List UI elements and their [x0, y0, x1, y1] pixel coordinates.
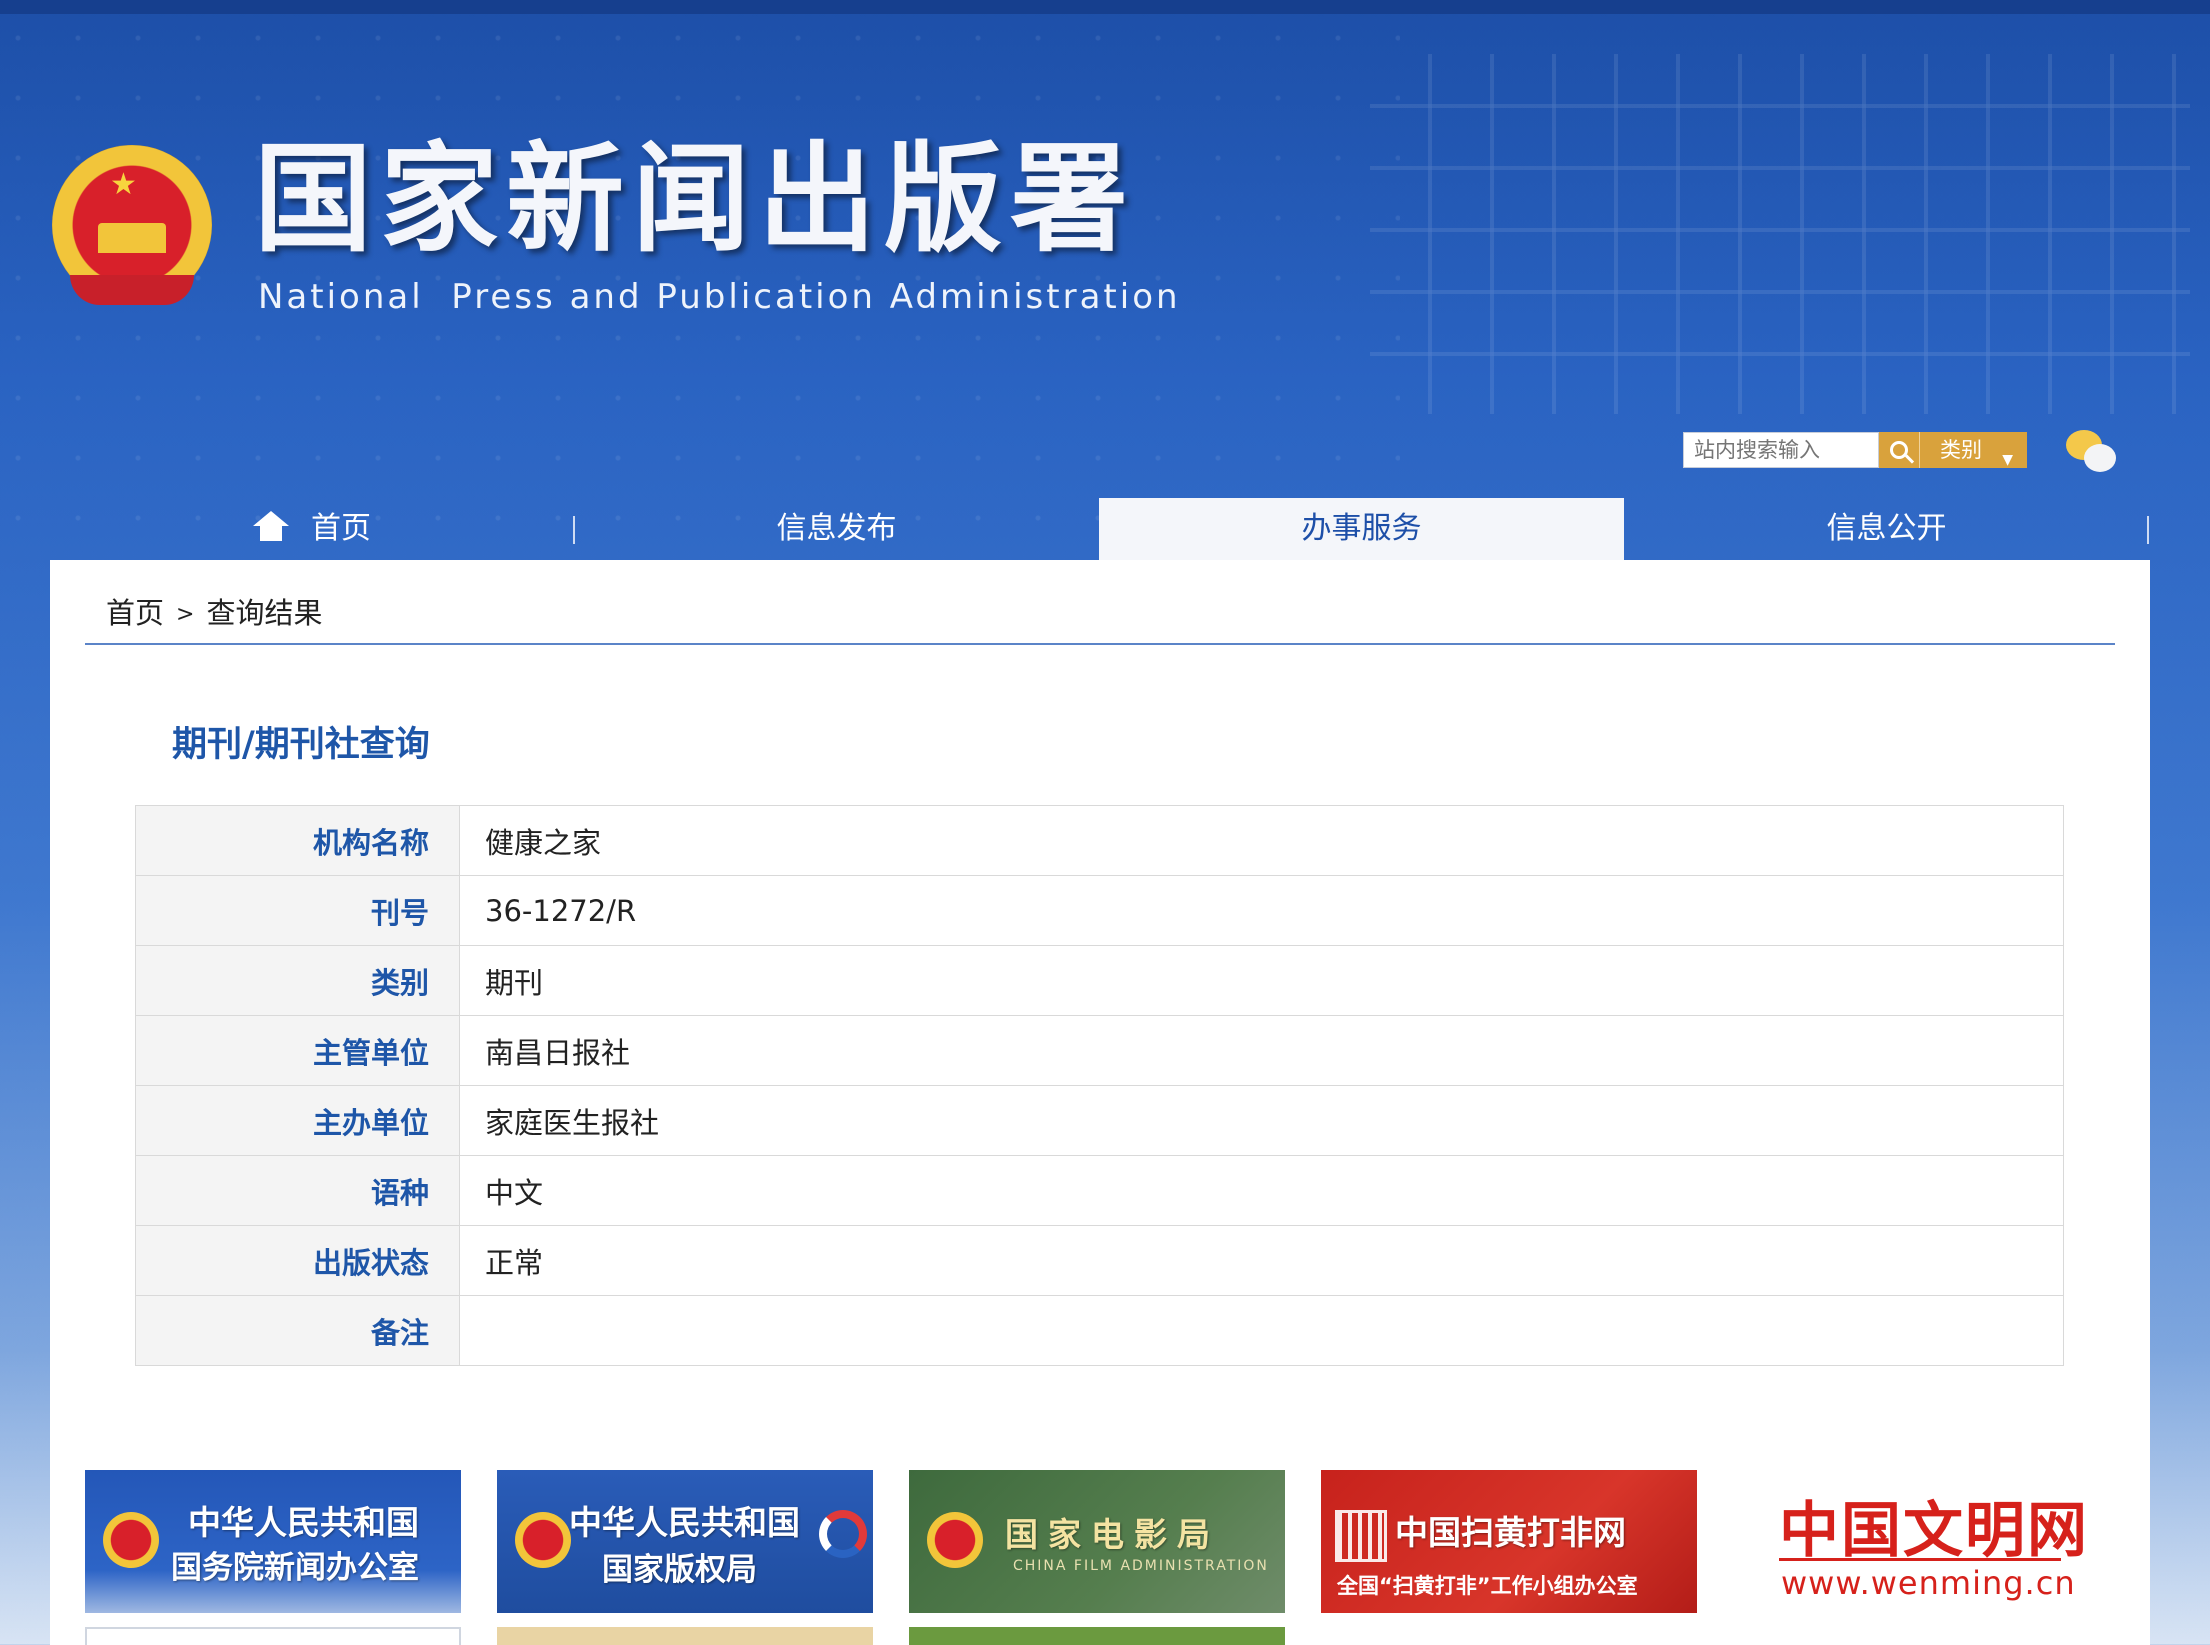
link-title: 中国扫黄打非网: [1395, 1513, 1626, 1552]
link-title: 国家电影局: [1005, 1515, 1220, 1554]
link-partial[interactable]: [909, 1627, 1285, 1645]
row-value: 正常: [459, 1225, 2064, 1296]
copyright-swirl-icon: [819, 1510, 867, 1558]
result-table: 机构名称 健康之家 刊号 36-1272/R 类别 期刊 主管单位 南昌日报社 …: [135, 805, 2064, 1366]
table-row: 刊号 36-1272/R: [135, 875, 2064, 946]
nav-item-info-disclosure[interactable]: 信息公开: [1624, 498, 2149, 560]
category-select[interactable]: 类别 ▼: [1919, 432, 2027, 468]
link-subtitle: CHINA FILM ADMINISTRATION: [1013, 1558, 1269, 1574]
seal-icon: [1335, 1510, 1387, 1562]
chevron-down-icon: ▼: [2002, 452, 2013, 468]
national-emblem-icon: [515, 1512, 571, 1568]
nav-item-services[interactable]: 办事服务: [1099, 498, 1624, 560]
main-nav: 首页 信息发布 办事服务 信息公开: [50, 498, 2150, 560]
breadcrumb: 首页 > 查询结果: [106, 590, 322, 632]
breadcrumb-divider: [85, 643, 2115, 645]
link-subtitle: www.wenming.cn: [1781, 1564, 2076, 1602]
site-title[interactable]: 国家新闻出版署: [254, 140, 1136, 258]
row-value: 南昌日报社: [459, 1015, 2064, 1086]
link-film[interactable]: 国家电影局 CHINA FILM ADMINISTRATION: [909, 1470, 1285, 1613]
breadcrumb-current: 查询结果: [206, 596, 323, 630]
link-shdf[interactable]: 中国扫黄打非网 全国“扫黄打非”工作小组办公室: [1321, 1470, 1697, 1613]
row-label: 机构名称: [135, 805, 460, 876]
link-title: 中国文明网: [1779, 1496, 2089, 1566]
seal-grid-texture: [1370, 54, 2190, 414]
row-value: 期刊: [459, 945, 2064, 1016]
search-icon: [1890, 441, 1908, 459]
search-button[interactable]: [1879, 432, 1919, 468]
top-bar: [0, 0, 2210, 14]
link-title: 中华人民共和国: [188, 1503, 419, 1542]
row-label: 主办单位: [135, 1085, 460, 1156]
link-subtitle: 全国“扫黄打非”工作小组办公室: [1337, 1574, 1638, 1598]
table-row: 语种 中文: [135, 1155, 2064, 1226]
table-row: 备注: [135, 1295, 2064, 1366]
nav-item-home[interactable]: 首页: [50, 498, 574, 560]
link-ncac[interactable]: 中华人民共和国 国家版权局: [497, 1470, 873, 1613]
nav-item-label: 首页: [311, 511, 371, 546]
national-emblem-icon: [927, 1512, 983, 1568]
link-subtitle: 国家版权局: [602, 1552, 757, 1588]
link-partial[interactable]: [85, 1627, 461, 1645]
table-row: 机构名称 健康之家: [135, 805, 2064, 876]
row-label: 主管单位: [135, 1015, 460, 1086]
link-wenming[interactable]: 中国文明网 www.wenming.cn: [1733, 1470, 2109, 1613]
nav-item-label: 信息发布: [776, 511, 897, 546]
link-partial[interactable]: [497, 1627, 873, 1645]
table-row: 主管单位 南昌日报社: [135, 1015, 2064, 1086]
row-value: 中文: [459, 1155, 2064, 1226]
row-label: 刊号: [135, 875, 460, 946]
related-links: 中华人民共和国 国务院新闻办公室 中华人民共和国 国家版权局 国家电影局 CHI…: [85, 1470, 2145, 1645]
page-title: 期刊/期刊社查询: [172, 725, 430, 765]
link-subtitle: 国务院新闻办公室: [171, 1550, 419, 1586]
row-value: 健康之家: [459, 805, 2064, 876]
link-title: 中华人民共和国: [569, 1503, 800, 1542]
national-emblem-icon[interactable]: ★: [52, 145, 212, 310]
nav-item-info-release[interactable]: 信息发布: [574, 498, 1099, 560]
row-label: 备注: [135, 1295, 460, 1366]
search-box: 类别 ▼: [1683, 432, 2027, 468]
row-value: 家庭医生报社: [459, 1085, 2064, 1156]
table-row: 主办单位 家庭医生报社: [135, 1085, 2064, 1156]
row-label: 出版状态: [135, 1225, 460, 1296]
national-emblem-icon: [103, 1512, 159, 1568]
table-row: 出版状态 正常: [135, 1225, 2064, 1296]
row-label: 语种: [135, 1155, 460, 1226]
wechat-icon[interactable]: [2066, 430, 2118, 474]
row-value: [459, 1295, 2064, 1366]
row-label: 类别: [135, 945, 460, 1016]
main-content: 首页 > 查询结果 期刊/期刊社查询 机构名称 健康之家 刊号 36-1272/R …: [50, 560, 2150, 1645]
table-row: 类别 期刊: [135, 945, 2064, 1016]
home-icon: [253, 510, 289, 541]
breadcrumb-separator: >: [176, 602, 195, 627]
site-title-english: National Press and Publication Administr…: [258, 277, 1181, 317]
row-value: 36-1272/R: [459, 875, 2064, 946]
link-scio[interactable]: 中华人民共和国 国务院新闻办公室: [85, 1470, 461, 1613]
breadcrumb-home-link[interactable]: 首页: [106, 596, 164, 630]
nav-item-label: 办事服务: [1301, 511, 1422, 546]
logo-underline: [1779, 1558, 2061, 1561]
nav-divider: [2147, 516, 2149, 544]
nav-item-label: 信息公开: [1826, 511, 1947, 546]
category-label: 类别: [1940, 438, 1982, 462]
search-input[interactable]: [1683, 432, 1879, 468]
